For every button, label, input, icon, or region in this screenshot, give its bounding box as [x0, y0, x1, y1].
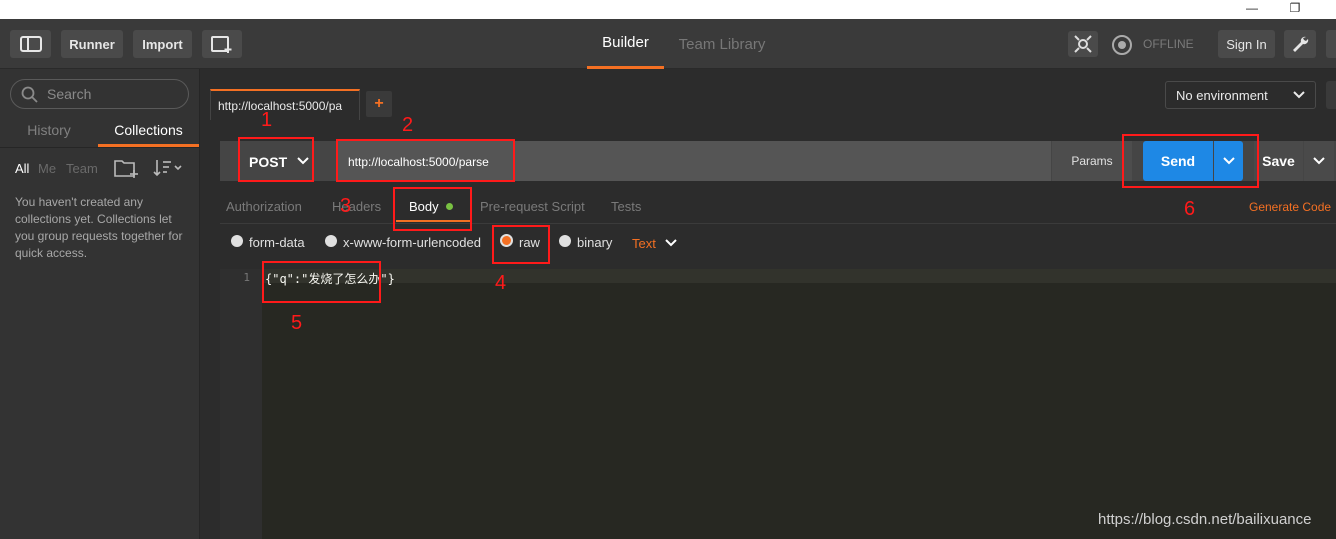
- new-window-icon: [211, 36, 232, 53]
- filter-team[interactable]: Team: [66, 161, 98, 176]
- settings-button[interactable]: [1284, 30, 1316, 58]
- annotation-label-3: 3: [340, 195, 352, 217]
- method-select[interactable]: POST: [240, 141, 312, 181]
- tab-team-library[interactable]: Team Library: [670, 19, 774, 69]
- urlencoded-label[interactable]: x-www-form-urlencoded: [343, 235, 481, 250]
- environment-quicklook-button[interactable]: [1326, 81, 1336, 109]
- top-toolbar: Runner Import Builder Team Library OFFLI…: [0, 19, 1336, 69]
- binary-label[interactable]: binary: [577, 235, 612, 250]
- url-input[interactable]: http://localhost:5000/parse: [336, 141, 1051, 181]
- new-collection-icon[interactable]: [114, 157, 140, 184]
- sync-status-icon[interactable]: [1111, 34, 1133, 61]
- sidebar-toggle-icon: [19, 36, 42, 52]
- window-titlebar: — ❐: [0, 0, 1336, 19]
- params-button[interactable]: Params: [1052, 141, 1132, 181]
- chevron-down-icon: [1313, 157, 1325, 165]
- code-editor[interactable]: {"q":"发烧了怎么办"}: [262, 269, 1336, 539]
- active-line: [262, 269, 1336, 283]
- offline-status: OFFLINE: [1143, 37, 1194, 51]
- filter-me[interactable]: Me: [38, 161, 56, 176]
- editor-content[interactable]: {"q":"发烧了怎么办"}: [265, 270, 395, 287]
- tab-history[interactable]: History: [0, 119, 98, 147]
- raw-radio[interactable]: [500, 234, 513, 247]
- search-icon: [21, 86, 38, 103]
- sign-in-button[interactable]: Sign In: [1218, 30, 1275, 58]
- tab-builder[interactable]: Builder: [587, 19, 664, 69]
- watermark: https://blog.csdn.net/bailixuance: [1098, 511, 1312, 528]
- save-options-button[interactable]: [1304, 141, 1334, 181]
- body-status-dot: [446, 203, 454, 210]
- empty-collections-message: You haven't created any collections yet.…: [15, 195, 183, 260]
- annotation-label-5: 5: [291, 312, 303, 334]
- interceptor-button[interactable]: [1068, 31, 1098, 57]
- annotation-label-6: 6: [1184, 198, 1196, 220]
- sidebar: Search History Collections All Me Team Y…: [0, 69, 200, 539]
- tab-collections[interactable]: Collections: [98, 119, 199, 147]
- content-type-label: Text: [632, 236, 656, 251]
- divider: [220, 223, 1336, 224]
- form-data-label[interactable]: form-data: [249, 235, 305, 250]
- send-options-button[interactable]: [1214, 141, 1243, 181]
- active-tab-underline: [396, 220, 470, 222]
- annotation-label-4: 4: [495, 272, 507, 294]
- raw-label[interactable]: raw: [519, 235, 540, 250]
- line-number: 1: [243, 271, 250, 284]
- search-placeholder: Search: [47, 86, 92, 102]
- chevron-down-icon: [297, 157, 309, 165]
- method-label: POST: [249, 154, 288, 170]
- binary-radio[interactable]: [559, 235, 571, 247]
- sort-icon[interactable]: [152, 158, 184, 183]
- tab-prerequest-script[interactable]: Pre-request Script: [480, 199, 585, 214]
- satellite-icon: [1074, 35, 1092, 53]
- editor-gutter: 1: [220, 269, 262, 539]
- form-data-radio[interactable]: [231, 235, 243, 247]
- filter-all[interactable]: All: [15, 161, 29, 176]
- environment-select[interactable]: No environment: [1165, 81, 1316, 109]
- tab-body[interactable]: Body: [409, 199, 454, 214]
- minimize-icon[interactable]: —: [1242, 0, 1262, 19]
- notifications-button[interactable]: [1326, 30, 1336, 58]
- chevron-down-icon: [665, 239, 678, 247]
- runner-button[interactable]: Runner: [61, 30, 123, 58]
- chevron-down-icon: [1293, 91, 1305, 99]
- restore-icon[interactable]: ❐: [1285, 0, 1305, 19]
- import-button[interactable]: Import: [133, 30, 192, 58]
- main-panel: http://localhost:5000/pa + No environmen…: [201, 69, 1336, 539]
- search-input[interactable]: Search: [10, 79, 189, 109]
- toggle-sidebar-button[interactable]: [10, 30, 51, 58]
- generate-code-link[interactable]: Generate Code: [1249, 200, 1331, 214]
- save-button[interactable]: Save: [1254, 141, 1303, 181]
- tab-authorization[interactable]: Authorization: [226, 199, 302, 214]
- annotation-label-2: 2: [402, 114, 414, 136]
- tab-body-label: Body: [409, 199, 439, 214]
- annotation-label-1: 1: [261, 109, 273, 131]
- divider: [0, 147, 199, 148]
- tab-tests[interactable]: Tests: [611, 199, 641, 214]
- send-button[interactable]: Send: [1143, 141, 1213, 181]
- new-window-button[interactable]: [202, 30, 242, 58]
- environment-label: No environment: [1176, 88, 1268, 103]
- content-type-select[interactable]: Text: [632, 236, 678, 251]
- urlencoded-radio[interactable]: [325, 235, 337, 247]
- chevron-down-icon: [1222, 157, 1235, 165]
- add-tab-button[interactable]: +: [366, 91, 392, 117]
- wrench-icon: [1293, 36, 1309, 52]
- request-tab[interactable]: http://localhost:5000/pa: [210, 89, 360, 120]
